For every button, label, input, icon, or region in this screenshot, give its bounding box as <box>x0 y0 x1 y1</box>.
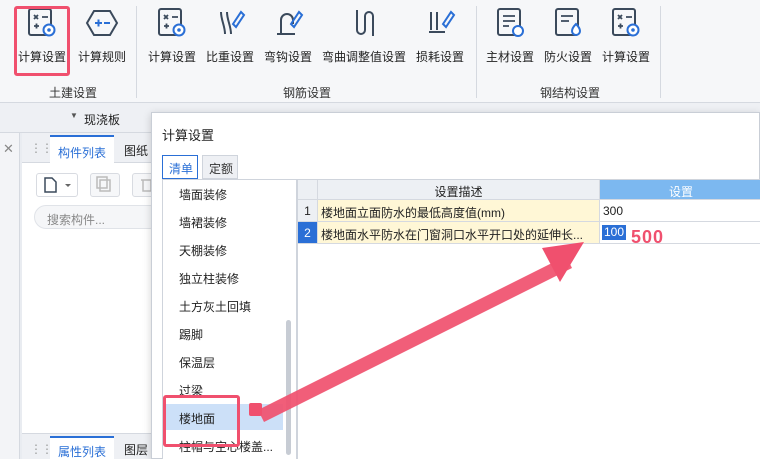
close-icon[interactable]: ✕ <box>3 141 14 157</box>
list-item[interactable]: 土方灰土回填 <box>163 292 283 318</box>
grid-corner <box>298 180 318 200</box>
component-type-selector[interactable]: 现浇板 <box>84 111 120 128</box>
group-separator <box>660 6 661 98</box>
edit-marker-icon <box>249 403 262 416</box>
main-material-label: 主材设置 <box>486 50 535 64</box>
fire-settings-button[interactable]: 防火设置 <box>544 4 592 70</box>
density-settings-label: 比重设置 <box>206 50 255 64</box>
group-separator <box>476 6 477 98</box>
component-panel: ⋮⋮ 构件列表 图纸 搜索构件... ⋮⋮ 属性列表 图层 <box>22 133 162 459</box>
loss-icon <box>429 10 456 33</box>
steel-calc-settings-button[interactable]: 计算设置 <box>602 4 650 70</box>
group-label-rebar: 钢筋设置 <box>283 86 332 100</box>
annotation-text: 500 <box>631 227 665 247</box>
left-strip: ✕ <box>0 133 20 459</box>
new-component-button[interactable] <box>36 173 78 197</box>
calc-settings-dialog: 计算设置 清单 定额 墙面装修 墙裙装修 天棚装修 独立柱装修 土方灰土回填 踢… <box>151 112 760 459</box>
table-cell-value-editing[interactable]: 100 <box>600 222 760 244</box>
list-item[interactable]: 墙面装修 <box>163 180 283 206</box>
loss-settings-button[interactable]: 损耗设置 <box>416 4 464 70</box>
hook-settings-button[interactable]: 弯钩设置 <box>264 4 312 70</box>
component-search-input[interactable]: 搜索构件... <box>34 205 162 229</box>
hook-settings-label: 弯钩设置 <box>264 50 313 64</box>
settings-grid: 设置描述 设置 1 楼地面立面防水的最低高度值(mm) 300 2 楼地面水平防… <box>297 179 760 459</box>
calc-rules-icon <box>85 10 119 36</box>
table-cell-value[interactable]: 300 <box>600 200 760 222</box>
calc-settings-icon <box>158 8 186 37</box>
column-header-description: 设置描述 <box>318 180 600 200</box>
steel-calc-settings-label: 计算设置 <box>602 50 651 64</box>
row-number-selected: 2 <box>298 222 318 244</box>
drag-handle-icon[interactable]: ⋮⋮ <box>30 442 53 456</box>
rebar-calc-settings-label: 计算设置 <box>148 50 197 64</box>
chevron-down-icon[interactable]: ▼ <box>70 111 78 120</box>
rebar-calc-settings-button[interactable]: 计算设置 <box>148 4 196 70</box>
list-item[interactable]: 踢脚 <box>163 320 283 346</box>
ribbon-toolbar: 计算设置 计算规则 土建设置 计算设置 比重设置 弯钩设置 弯曲调整值设置 损耗… <box>0 0 760 103</box>
group-label-civil: 土建设置 <box>49 86 98 100</box>
new-doc-icon <box>44 177 71 193</box>
table-cell-description: 楼地面水平防水在门窗洞口水平开口处的延伸长... <box>318 222 600 244</box>
list-item[interactable]: 保温层 <box>163 348 283 374</box>
column-header-setting: 设置 <box>600 180 760 200</box>
row-number: 1 <box>298 200 318 222</box>
bend-adjust-icon <box>356 10 374 36</box>
tab-drawings[interactable]: 图纸 <box>124 142 148 159</box>
hook-icon <box>277 10 304 35</box>
list-item[interactable]: 独立柱装修 <box>163 264 283 290</box>
value-edit-input[interactable]: 100 <box>602 225 627 240</box>
attribute-panel-tabs: ⋮⋮ 属性列表 图层 <box>22 433 162 459</box>
main-material-icon <box>497 8 524 37</box>
calc-rules-button[interactable]: 计算规则 <box>78 4 126 70</box>
bend-adjust-label: 弯曲调整值设置 <box>322 50 407 64</box>
fire-settings-label: 防火设置 <box>544 50 593 64</box>
list-item[interactable]: 墙裙装修 <box>163 208 283 234</box>
calc-settings-icon <box>612 8 640 37</box>
loss-settings-label: 损耗设置 <box>416 50 465 64</box>
density-icon <box>220 10 246 35</box>
drag-handle-icon[interactable]: ⋮⋮ <box>30 141 53 155</box>
table-cell-description: 楼地面立面防水的最低高度值(mm) <box>318 200 600 222</box>
calc-rules-label: 计算规则 <box>78 50 127 64</box>
list-item[interactable]: 天棚装修 <box>163 236 283 262</box>
group-label-steel: 钢结构设置 <box>540 86 601 100</box>
tab-bill[interactable]: 清单 <box>162 155 198 179</box>
fire-icon <box>555 8 582 36</box>
tab-component-list[interactable]: 构件列表 <box>50 135 115 163</box>
tab-layers[interactable]: 图层 <box>124 441 148 458</box>
main-material-button[interactable]: 主材设置 <box>486 4 534 70</box>
component-panel-tabs: ⋮⋮ 构件列表 图纸 <box>22 133 162 163</box>
copy-icon <box>96 176 111 192</box>
list-scrollbar[interactable] <box>286 320 291 455</box>
tab-attribute-list[interactable]: 属性列表 <box>50 436 115 459</box>
group-separator <box>136 6 137 98</box>
tab-quota[interactable]: 定额 <box>202 155 238 179</box>
annotation-highlight-box <box>163 395 240 447</box>
bend-adjust-button[interactable]: 弯曲调整值设置 <box>322 4 406 70</box>
dialog-title: 计算设置 <box>162 128 215 143</box>
annotation-highlight-box <box>14 6 70 76</box>
density-settings-button[interactable]: 比重设置 <box>206 4 254 70</box>
copy-component-button[interactable] <box>90 173 120 197</box>
